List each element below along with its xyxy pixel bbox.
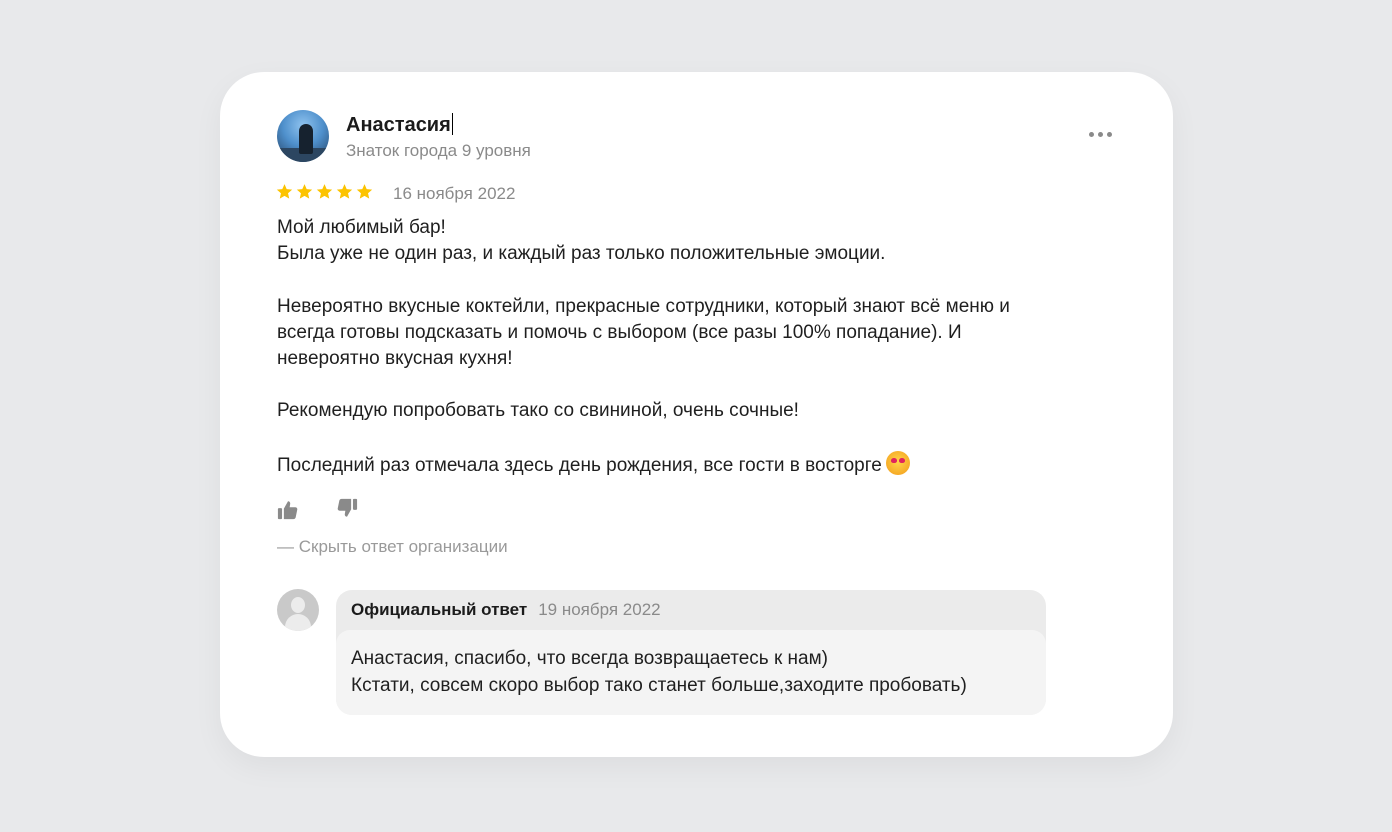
reply-body: Анастасия, спасибо, что всегда возвращае…	[336, 630, 1046, 715]
star-icon	[276, 184, 293, 199]
more-dots-icon	[1106, 131, 1112, 137]
avatar-body	[285, 614, 311, 631]
review-line: Была уже не один раз, и каждый раз тольк…	[277, 243, 886, 265]
thumbs-up-icon[interactable]	[277, 499, 299, 521]
author-name[interactable]: Анастасия	[346, 113, 453, 137]
organization-avatar	[277, 589, 319, 631]
official-reply: Официальный ответ 19 ноября 2022 Анастас…	[336, 590, 1046, 715]
star-rating	[276, 183, 373, 200]
reply-line: Анастасия, спасибо, что всегда возвращае…	[351, 648, 828, 669]
author-name-text: Анастасия	[346, 114, 451, 136]
star-icon	[296, 184, 313, 199]
review-line: Последний раз отмечала здесь день рожден…	[277, 454, 882, 476]
reply-title: Официальный ответ	[351, 600, 528, 619]
thumbs-down-icon[interactable]	[336, 497, 358, 519]
reply-line: Кстати, совсем скоро выбор тако станет б…	[351, 674, 967, 696]
more-dots-icon	[1088, 131, 1094, 137]
star-icon	[336, 184, 353, 199]
author-level: Знаток города 9 уровня	[346, 141, 531, 160]
review-line: Рекомендую попробовать тако со свининой,…	[277, 400, 799, 422]
avatar-figure	[299, 124, 313, 154]
avatar-head	[291, 597, 305, 613]
reply-date: 19 ноября 2022	[538, 600, 661, 619]
author-avatar[interactable]	[277, 110, 329, 162]
review-line: Мой любимый бар!	[277, 217, 446, 238]
star-icon	[316, 184, 333, 199]
review-card: Анастасия Знаток города 9 уровня 16 нояб…	[220, 72, 1173, 757]
star-icon	[356, 184, 373, 199]
smiling-face-with-hearts-icon	[885, 450, 910, 475]
review-text: Мой любимый бар! Была уже не один раз, и…	[277, 215, 1137, 479]
more-options-button[interactable]	[1084, 124, 1116, 144]
review-line: всегда готовы подсказать и помочь с выбо…	[277, 321, 962, 343]
hide-reply-link[interactable]: — Скрыть ответ организации	[277, 537, 508, 557]
review-last-line: Последний раз отмечала здесь день рожден…	[277, 450, 1137, 479]
text-cursor	[451, 113, 453, 135]
review-line: невероятно вкусная кухня!	[277, 348, 513, 369]
reply-header: Официальный ответ 19 ноября 2022	[336, 590, 1046, 630]
review-date: 16 ноября 2022	[393, 184, 516, 203]
review-line: Невероятно вкусные коктейли, прекрасные …	[277, 295, 1010, 317]
more-dots-icon	[1097, 131, 1103, 137]
